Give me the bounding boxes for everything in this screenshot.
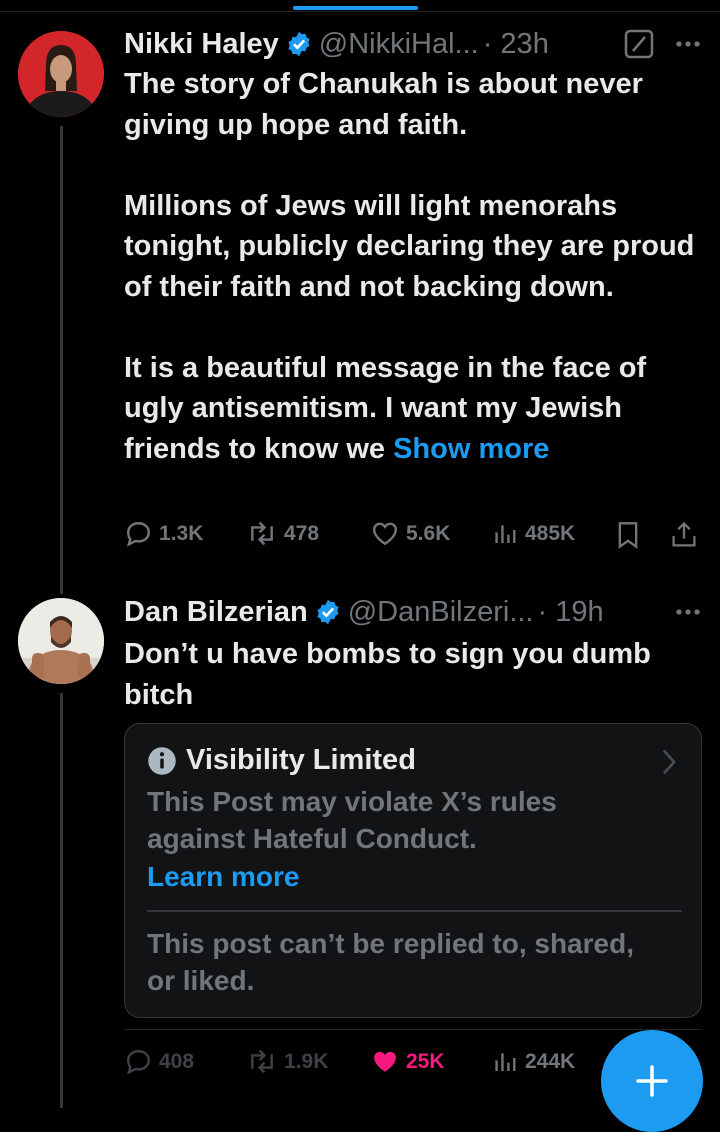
repost-count: 478 [284, 521, 320, 545]
reply-button[interactable]: 1.3K [124, 519, 203, 548]
notice-body: This Post may violate X’s rules against … [147, 786, 557, 854]
thread-line [60, 693, 63, 1108]
author-name[interactable]: Nikki Haley [124, 28, 279, 61]
dan-bilzerian-photo [18, 598, 104, 684]
liked-heart-icon [374, 1051, 396, 1072]
visibility-notice[interactable]: Visibility Limited This Post may violate… [124, 723, 702, 1018]
tweet-paragraph: The story of Chanukah is about never giv… [124, 68, 643, 141]
author-name[interactable]: Dan Bilzerian [124, 596, 308, 629]
verified-badge-icon [317, 599, 339, 625]
bookmark-icon[interactable] [616, 521, 640, 549]
views-count: 244K [525, 1049, 576, 1073]
tweet-paragraph: It is a beautiful message in the face of… [124, 348, 699, 470]
views-icon [495, 525, 516, 543]
compose-button[interactable] [601, 1030, 703, 1132]
avatar[interactable] [18, 31, 104, 117]
tweet-header: Nikki Haley @NikkiHal... · 23h [124, 24, 549, 64]
thread-line [60, 126, 63, 594]
reply-button: 408 [124, 1047, 194, 1076]
reply-count: 1.3K [159, 521, 204, 545]
views-button[interactable]: 485K [493, 519, 575, 548]
views-button[interactable]: 244K [493, 1047, 575, 1076]
top-divider [0, 11, 720, 12]
notice-title: Visibility Limited [186, 744, 416, 776]
reply-icon [126, 1050, 150, 1075]
tweet-text: Don’t u have bombs to sign you dumb bitc… [124, 638, 651, 711]
like-count: 25K [406, 1049, 445, 1073]
more-options-icon[interactable] [675, 608, 701, 616]
share-icon[interactable] [670, 520, 698, 550]
author-handle[interactable]: @NikkiHal... [319, 28, 479, 61]
views-count: 485K [525, 521, 576, 545]
repost-button: 1.9K [246, 1047, 328, 1076]
reply-icon [126, 522, 150, 547]
repost-button[interactable]: 478 [246, 519, 319, 548]
tweet-paragraph-text: It is a beautiful message in the face of… [124, 351, 647, 465]
more-options-icon[interactable] [675, 40, 701, 48]
author-handle[interactable]: @DanBilzeri... [348, 596, 534, 629]
notice-title-row: Visibility Limited [147, 744, 416, 777]
timestamp[interactable]: · 19h [538, 596, 604, 629]
reply-count: 408 [159, 1049, 195, 1073]
plus-icon [636, 1065, 668, 1097]
notice-divider [147, 910, 682, 912]
tweet-paragraph: Millions of Jews will light menorahs ton… [124, 189, 695, 303]
like-button[interactable]: 5.6K [370, 519, 450, 548]
action-bar-divider [124, 1029, 702, 1030]
tweet-text: The story of Chanukah is about never giv… [124, 64, 699, 469]
info-icon [148, 746, 176, 775]
tweet-header: Dan Bilzerian @DanBilzeri... · 19h [124, 592, 604, 632]
repost-icon [251, 1049, 273, 1074]
nikki-haley-photo [18, 31, 104, 117]
learn-more-link[interactable]: Learn more [147, 858, 300, 895]
active-tab-indicator [293, 6, 418, 10]
like-icon [372, 522, 398, 546]
avatar[interactable] [18, 598, 104, 684]
grok-icon[interactable] [624, 29, 654, 59]
like-button[interactable]: 25K [370, 1047, 445, 1076]
verified-badge-icon [288, 31, 310, 57]
repost-count: 1.9K [284, 1049, 329, 1073]
show-more-link[interactable]: Show more [393, 433, 549, 465]
notice-footer: This post can’t be replied to, shared, o… [147, 928, 634, 996]
repost-icon [251, 521, 273, 546]
like-count: 5.6K [406, 521, 451, 545]
chevron-right-icon[interactable] [661, 748, 677, 776]
timestamp[interactable]: · 23h [483, 28, 549, 61]
views-icon [495, 1053, 516, 1071]
